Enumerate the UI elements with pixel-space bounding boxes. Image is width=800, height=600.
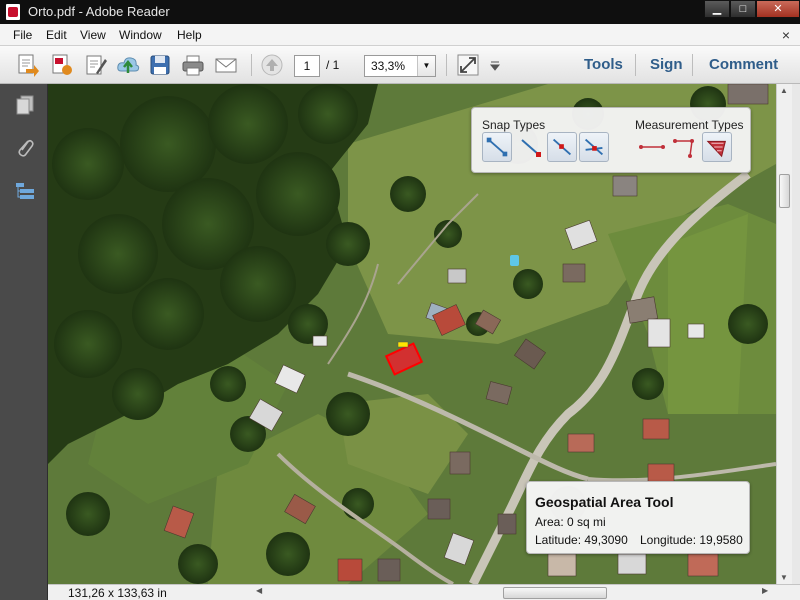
snap-endpoint-icon[interactable]: [482, 132, 512, 162]
comment-link[interactable]: Comment: [709, 56, 778, 73]
title-bar: Orto.pdf - Adobe Reader ▁ □ ✕: [0, 0, 800, 24]
scroll-right-icon[interactable]: ▶: [762, 586, 768, 595]
vertical-scroll-thumb[interactable]: [779, 174, 790, 208]
measurement-types-label: Measurement Types: [635, 118, 744, 132]
snap-intersection-icon[interactable]: [579, 132, 609, 162]
page-number-input[interactable]: 1: [294, 55, 320, 77]
toolbar-separator: [251, 54, 252, 76]
pages-icon[interactable]: [14, 94, 36, 116]
menu-bar: File Edit View Window Help ×: [0, 24, 800, 46]
scroll-down-icon[interactable]: ▼: [780, 573, 788, 582]
navigation-pane: [0, 84, 48, 600]
menu-edit[interactable]: Edit: [46, 28, 67, 42]
prev-page-icon[interactable]: [260, 53, 284, 77]
distance-icon[interactable]: [637, 132, 667, 162]
menu-view[interactable]: View: [80, 28, 106, 42]
toolbar-separator: [692, 54, 693, 76]
toolbar: 1 / 1 33,3% ▼ Tools Sign Comment: [0, 46, 800, 84]
maximize-button[interactable]: □: [730, 0, 756, 18]
window-controls: ▁ □ ✕: [704, 0, 800, 18]
zoom-value: 33,3%: [371, 59, 406, 73]
horizontal-scroll-thumb[interactable]: [503, 587, 607, 599]
chevron-down-icon[interactable]: ▼: [417, 56, 435, 76]
edit-icon[interactable]: [84, 53, 108, 77]
status-bar: 131,26 x 133,63 in ◀ ▶: [48, 584, 800, 600]
snap-types-label: Snap Types: [482, 118, 546, 132]
attachments-icon[interactable]: [14, 136, 36, 158]
geospatial-panel: Geospatial Area Tool Area: 0 sq mi Latit…: [526, 481, 750, 554]
tools-link[interactable]: Tools: [584, 56, 623, 73]
toolbar-separator: [635, 54, 636, 76]
window-title: Orto.pdf - Adobe Reader: [28, 4, 170, 19]
measurement-panel: Snap Types Measurement Types: [471, 107, 751, 173]
pdf-icon: [6, 4, 20, 20]
window-edge: [792, 84, 800, 600]
snap-midpoint-icon[interactable]: [515, 132, 545, 162]
minimize-button[interactable]: ▁: [704, 0, 730, 18]
upload-icon[interactable]: [116, 53, 140, 77]
menu-help[interactable]: Help: [177, 28, 202, 42]
sign-link[interactable]: Sign: [650, 56, 683, 73]
save-icon[interactable]: [148, 53, 172, 77]
snap-path-icon[interactable]: [547, 132, 577, 162]
vertical-scrollbar[interactable]: ▲ ▼: [776, 84, 792, 584]
perimeter-icon[interactable]: [670, 132, 700, 162]
longitude-readout: Longitude: 19,9580: [640, 533, 743, 547]
scroll-left-icon[interactable]: ◀: [256, 586, 262, 595]
toolbar-separator: [446, 54, 447, 76]
page-dimensions: 131,26 x 133,63 in: [68, 586, 167, 600]
area-readout: Area: 0 sq mi: [535, 515, 606, 529]
email-icon[interactable]: [214, 53, 238, 77]
print-icon[interactable]: [181, 53, 205, 77]
area-icon[interactable]: [702, 132, 732, 162]
zoom-select[interactable]: 33,3% ▼: [364, 55, 436, 77]
menu-file[interactable]: File: [13, 28, 32, 42]
close-button[interactable]: ✕: [756, 0, 800, 18]
close-document-button[interactable]: ×: [782, 27, 790, 43]
layers-icon[interactable]: [14, 180, 36, 202]
menu-window[interactable]: Window: [119, 28, 162, 42]
page-total: / 1: [326, 58, 340, 72]
fit-page-icon[interactable]: [456, 53, 480, 77]
scroll-up-icon[interactable]: ▲: [780, 86, 788, 95]
more-icon[interactable]: [488, 53, 502, 77]
geospatial-title: Geospatial Area Tool: [535, 494, 674, 510]
latitude-readout: Latitude: 49,3090: [535, 533, 628, 547]
convert-icon[interactable]: [50, 53, 74, 77]
create-icon[interactable]: [16, 53, 40, 77]
